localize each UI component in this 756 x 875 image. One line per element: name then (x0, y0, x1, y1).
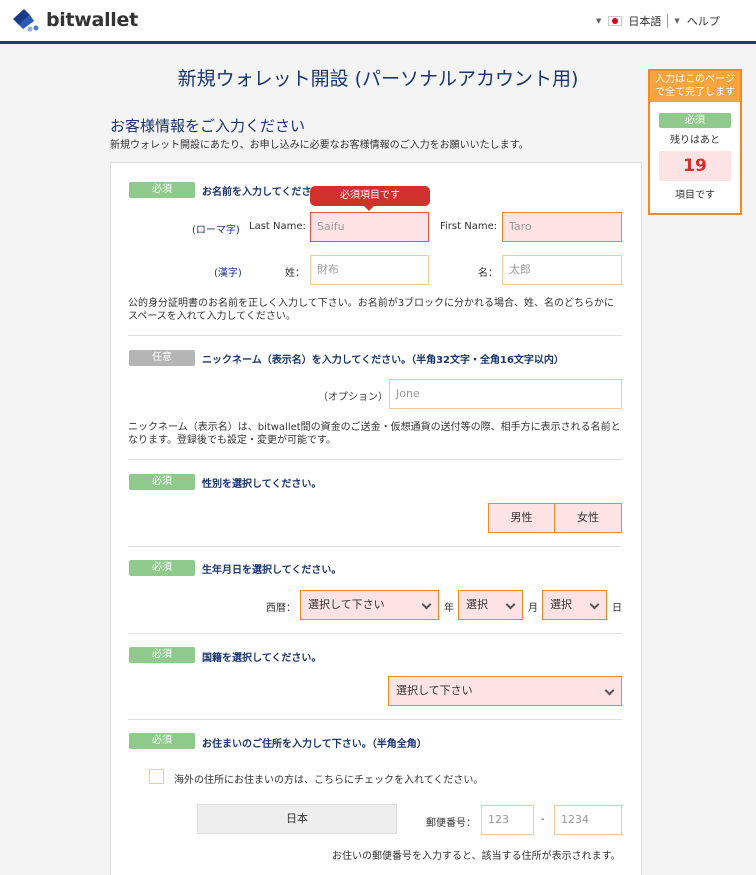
nickname-note: ニックネーム（表示名）は、bitwallet間の資金のご送金・仮想通貨の送付等の… (128, 422, 621, 446)
roman-label: (ローマ字) (192, 225, 240, 236)
brand-name: bitwallet (46, 9, 138, 31)
divider (128, 546, 622, 547)
remaining-label: 残りはあと (670, 135, 720, 146)
japan-flag-icon (608, 16, 623, 26)
option-label: （オプション） (318, 392, 388, 403)
divider (128, 335, 622, 336)
birth-day-value: 選択 (550, 598, 572, 611)
chevron-down-icon: ▼ (596, 17, 602, 25)
mei-label: 名： (478, 268, 498, 279)
first-name-input[interactable]: Taro (502, 212, 622, 242)
kanji-label: (漢字) (214, 268, 242, 279)
birth-year-value: 選択して下さい (308, 598, 385, 611)
nationality-value: 選択して下さい (396, 684, 473, 697)
progress-head: 入力はこのページで全て完了します (650, 71, 740, 102)
nickname-question: ニックネーム（表示名）を入力してください。（半角32文字・全角16文字以内） (202, 355, 564, 366)
bitwallet-logo[interactable]: bitwallet (10, 7, 138, 33)
optional-badge: 任意 (129, 350, 195, 366)
divider (128, 459, 622, 460)
language-selector[interactable]: 日本語 (628, 13, 661, 29)
month-unit: 月 (528, 603, 538, 614)
chevron-down-icon (421, 599, 432, 610)
header-divider (667, 14, 669, 28)
postal-code-1-input[interactable]: 123 (481, 805, 534, 835)
postal-label: 郵便番号： (426, 818, 476, 829)
male-button[interactable]: 男性 (488, 503, 555, 533)
day-unit: 日 (612, 603, 622, 614)
help-menu[interactable]: ヘルプ (687, 13, 720, 29)
nationality-question: 国籍を選択してください。 (202, 653, 322, 664)
first-name-label: First Name: (440, 221, 498, 232)
last-name-label: Last Name: (249, 221, 306, 232)
header-menu: ▼ 日本語 ▼ ヘルプ (596, 13, 720, 29)
birth-month-select[interactable]: 選択 (458, 590, 523, 620)
chevron-down-icon (589, 599, 600, 610)
sei-input[interactable]: 財布 (310, 255, 429, 285)
chevron-down-icon (604, 685, 615, 696)
bitwallet-logo-icon (10, 7, 40, 33)
country-field[interactable]: 日本 (197, 804, 397, 834)
required-badge: 必須 (659, 113, 731, 128)
required-badge: 必須 (129, 647, 195, 663)
section-description: 新規ウォレット開設にあたり、お申し込みに必要なお客様情報のご入力をお願いいたしま… (110, 140, 529, 151)
divider (128, 633, 622, 634)
postal-dash: - (541, 814, 545, 825)
remaining-unit: 項目です (675, 190, 715, 201)
birthdate-question: 生年月日を選択してください。 (202, 565, 342, 576)
gender-question: 性別を選択してください。 (202, 479, 322, 490)
birth-year-select[interactable]: 選択して下さい (300, 590, 439, 620)
year-unit: 年 (444, 603, 454, 614)
chevron-down-icon: ▼ (674, 17, 680, 25)
required-badge: 必須 (129, 560, 195, 576)
required-badge: 必須 (129, 474, 195, 490)
divider (128, 719, 622, 720)
overseas-checkbox[interactable] (149, 769, 164, 784)
overseas-label: 海外の住所にお住まいの方は、こちらにチェックを入れてください。 (174, 775, 484, 786)
required-badge: 必須 (129, 182, 195, 198)
page-title: 新規ウォレット開設 (パーソナルアカウント用) (177, 68, 579, 90)
nationality-select[interactable]: 選択して下さい (388, 676, 622, 706)
postal-note: お住いの郵便番号を入力すると、該当する住所が表示されます。 (332, 851, 621, 862)
required-badge: 必須 (129, 733, 195, 749)
birth-day-select[interactable]: 選択 (542, 590, 607, 620)
last-name-input[interactable]: Saifu (310, 212, 429, 242)
address-question: お住まいのご住所を入力して下さい。（半角全角） (202, 739, 427, 750)
progress-box: 入力はこのページで全て完了します 必須 残りはあと 19 項目です (648, 69, 742, 215)
birth-month-value: 選択 (466, 598, 488, 611)
mei-input[interactable]: 太郎 (502, 255, 622, 285)
female-button[interactable]: 女性 (554, 503, 622, 533)
postal-code-2-input[interactable]: 1234 (554, 805, 622, 835)
sei-label: 姓： (285, 268, 305, 279)
nickname-input[interactable]: Jone (389, 379, 622, 409)
required-tooltip: 必須項目です (310, 186, 430, 211)
era-label: 西暦： (266, 603, 296, 614)
remaining-count: 19 (659, 151, 731, 181)
top-bar: bitwallet ▼ 日本語 ▼ ヘルプ (0, 0, 756, 44)
chevron-down-icon (505, 599, 516, 610)
section-title: お客様情報をご入力ください (110, 117, 306, 135)
name-note: 公的身分証明書のお名前を正しく入力して下さい。お名前が3ブロックに分かれる場合、… (128, 298, 615, 322)
name-question: お名前を入力してください (202, 187, 322, 198)
